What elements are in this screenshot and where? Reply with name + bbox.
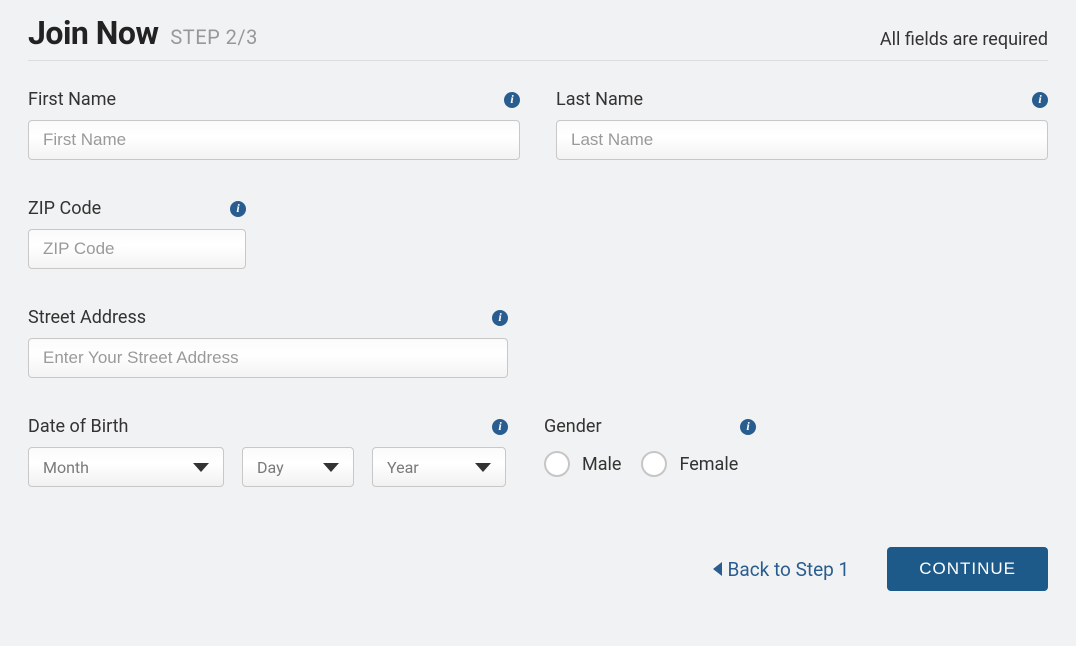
- zip-group: ZIP Code i: [28, 198, 246, 269]
- info-icon[interactable]: i: [740, 419, 756, 435]
- info-icon[interactable]: i: [504, 92, 520, 108]
- name-row: First Name i Last Name i: [28, 89, 1048, 160]
- last-name-label: Last Name: [556, 89, 643, 110]
- chevron-down-icon: [475, 463, 491, 472]
- form-header: Join Now STEP 2/3 All fields are require…: [28, 14, 1048, 61]
- chevron-down-icon: [193, 463, 209, 472]
- dob-month-value: Month: [43, 458, 193, 477]
- gender-options: Male Female: [544, 447, 756, 477]
- chevron-down-icon: [323, 463, 339, 472]
- dob-year-select[interactable]: Year: [372, 447, 506, 487]
- dob-label-row: Date of Birth i: [28, 416, 508, 437]
- title-group: Join Now STEP 2/3: [28, 14, 258, 52]
- chevron-left-icon: [713, 562, 722, 576]
- radio-icon: [641, 451, 667, 477]
- dob-group: Date of Birth i Month Day Year: [28, 416, 508, 487]
- required-fields-note: All fields are required: [880, 29, 1048, 52]
- back-link-label: Back to Step 1: [728, 558, 850, 581]
- info-icon[interactable]: i: [492, 310, 508, 326]
- street-label: Street Address: [28, 307, 146, 328]
- last-name-input[interactable]: [556, 120, 1048, 160]
- dob-label: Date of Birth: [28, 416, 128, 437]
- gender-label: Gender: [544, 416, 602, 437]
- gender-female-label: Female: [679, 454, 738, 475]
- street-label-row: Street Address i: [28, 307, 508, 328]
- page-title: Join Now: [28, 14, 158, 52]
- first-name-label: First Name: [28, 89, 116, 110]
- zip-label: ZIP Code: [28, 198, 101, 219]
- info-icon[interactable]: i: [492, 419, 508, 435]
- zip-input[interactable]: [28, 229, 246, 269]
- dob-selects: Month Day Year: [28, 447, 508, 487]
- last-name-label-row: Last Name i: [556, 89, 1048, 110]
- radio-icon: [544, 451, 570, 477]
- first-name-input[interactable]: [28, 120, 520, 160]
- zip-label-row: ZIP Code i: [28, 198, 246, 219]
- info-icon[interactable]: i: [1032, 92, 1048, 108]
- dob-year-value: Year: [387, 458, 475, 477]
- street-input[interactable]: [28, 338, 508, 378]
- dob-month-select[interactable]: Month: [28, 447, 224, 487]
- gender-label-row: Gender i: [544, 416, 756, 437]
- first-name-group: First Name i: [28, 89, 520, 160]
- gender-female-option[interactable]: Female: [641, 451, 738, 477]
- street-group: Street Address i: [28, 307, 508, 378]
- back-to-step1-link[interactable]: Back to Step 1: [713, 558, 850, 581]
- gender-group: Gender i Male Female: [544, 416, 756, 487]
- gender-male-option[interactable]: Male: [544, 451, 621, 477]
- zip-row: ZIP Code i: [28, 198, 1048, 269]
- street-row: Street Address i: [28, 307, 1048, 378]
- last-name-group: Last Name i: [556, 89, 1048, 160]
- step-indicator: STEP 2/3: [170, 25, 258, 49]
- info-icon[interactable]: i: [230, 201, 246, 217]
- gender-male-label: Male: [582, 454, 621, 475]
- first-name-label-row: First Name i: [28, 89, 520, 110]
- continue-button[interactable]: CONTINUE: [887, 547, 1048, 591]
- dob-day-select[interactable]: Day: [242, 447, 354, 487]
- dob-gender-row: Date of Birth i Month Day Year: [28, 416, 1048, 487]
- dob-day-value: Day: [257, 458, 323, 477]
- form-footer: Back to Step 1 CONTINUE: [28, 547, 1048, 591]
- signup-form-step2: Join Now STEP 2/3 All fields are require…: [0, 0, 1076, 611]
